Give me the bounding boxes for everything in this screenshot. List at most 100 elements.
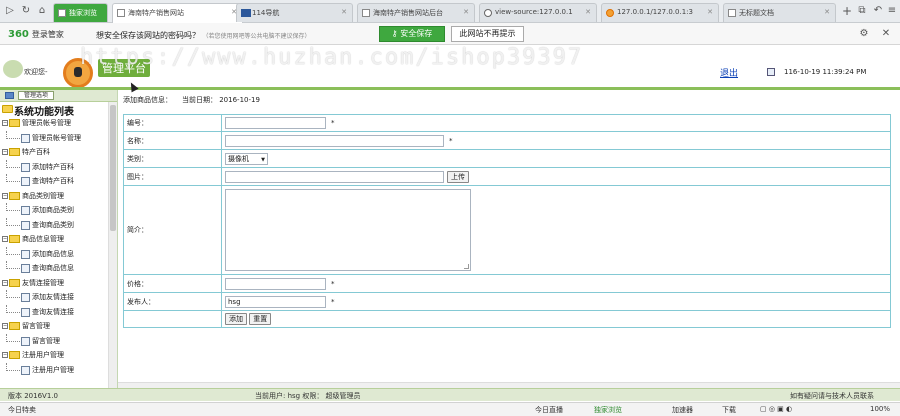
back-icon[interactable]: ▷ (4, 5, 16, 17)
image-path-input[interactable] (225, 170, 444, 183)
folder-icon (9, 235, 20, 243)
datetime: 116-10-19 11:39:24 PM (784, 68, 867, 76)
tab-favicon-icon (728, 9, 736, 17)
intro-textarea[interactable] (225, 189, 471, 271)
close-infobar-icon[interactable]: ✕ (880, 28, 892, 40)
tab-view-source[interactable]: view-source:127.0.0.1 ✕ (479, 3, 597, 22)
page-icon (21, 293, 30, 302)
tree-item-add-link[interactable]: 添加友情连接 (2, 290, 108, 305)
price-input[interactable] (225, 277, 326, 290)
tab-shop-site[interactable]: 海南特产销售网站 ✕ (112, 3, 243, 23)
folder-icon (9, 119, 20, 127)
collapse-icon[interactable]: − (2, 236, 8, 242)
actions-cell: 添加 重置 (221, 310, 891, 328)
required-mark: * (331, 279, 335, 288)
page-icon (21, 365, 30, 375)
folder-icon (9, 351, 20, 359)
tree-item-users[interactable]: 注册用户管理 (2, 362, 108, 378)
tree-line (6, 304, 20, 313)
page-icon (21, 336, 30, 346)
sidebar-scrollbar[interactable] (108, 102, 117, 391)
tree-item-query-product[interactable]: 查询商品信息 (2, 261, 108, 276)
tree-item-add-wiki[interactable]: 添加特产百科 (2, 159, 108, 175)
tab-untitled[interactable]: 无标题文档 ✕ (723, 3, 836, 22)
manage-options-button[interactable]: 管理选项 (18, 91, 54, 100)
status-item-accelerator[interactable]: 加速器 (672, 405, 693, 415)
tree-group-specialty-wiki[interactable]: − 特产百科 (2, 145, 108, 160)
name-input[interactable] (225, 134, 444, 147)
tab-shop-admin[interactable]: 海南特产销售网站后台 ✕ (357, 3, 475, 22)
tab-localhost[interactable]: 127.0.0.1/127.0.0.1:3 ✕ (601, 3, 719, 22)
calendar-icon (767, 68, 775, 76)
tree-group-admin-accounts[interactable]: − 管理员帐号管理 (2, 116, 108, 131)
collapse-icon[interactable]: − (2, 279, 8, 286)
refresh-icon[interactable]: ↻ (20, 5, 32, 17)
publisher-input[interactable]: hsg (225, 295, 326, 308)
price-cell: * (221, 274, 891, 293)
tab-exclusive[interactable]: 独家浏览 (53, 3, 108, 22)
status-item-sale[interactable]: 今日特卖 (8, 405, 36, 415)
admin-app: 欢迎您- 管理平台 退出 116-10-19 11:39:24 PM 管理选项 … (0, 45, 900, 416)
tab-close-icon[interactable]: ✕ (341, 8, 347, 16)
settings-gear-icon[interactable]: ⚙ (858, 28, 870, 40)
collapse-icon[interactable]: − (2, 149, 8, 155)
intro-label: 简介： (123, 185, 222, 275)
intro-cell (221, 185, 891, 275)
form-row-price: 价格： * (123, 274, 891, 293)
collapse-icon[interactable]: − (2, 323, 8, 329)
zoom-level[interactable]: 100% (870, 405, 890, 413)
home-icon[interactable]: ⌂ (36, 5, 48, 17)
collapse-icon[interactable]: − (2, 120, 8, 126)
tab-favicon-icon (606, 9, 614, 17)
actions-spacer (123, 310, 222, 328)
status-item-download[interactable]: 下载 (722, 405, 736, 415)
page-icon (21, 206, 30, 215)
brand-title: 管理平台 (98, 59, 150, 77)
status-icons: ▢ ◎ ▣ ◐ (760, 405, 793, 413)
code-input[interactable] (225, 117, 326, 129)
tree-item-add-product[interactable]: 添加商品信息 (2, 246, 108, 262)
tree-group-links[interactable]: − 友情连接管理 (2, 276, 108, 291)
folder-icon (9, 322, 20, 330)
required-mark: * (449, 136, 453, 145)
tree-group-products[interactable]: − 商品信息管理 (2, 232, 108, 247)
form-row-image: 图片： 上传 (123, 167, 891, 186)
main-content: 添加商品信息： 当前日期： 2016-10-19 编号： * 名称： * 类别： … (117, 90, 900, 391)
tab-close-icon[interactable]: ✕ (585, 8, 591, 16)
tree-item-messages[interactable]: 留言管理 (2, 333, 108, 349)
tree-item-query-wiki[interactable]: 查询特产百科 (2, 174, 108, 189)
tab-114-nav[interactable]: 114导航 ✕ (236, 3, 353, 22)
browser-status-bar: 今日特卖 今日直播 独家浏览 加速器 下载 ▢ ◎ ▣ ◐ 100% (0, 402, 900, 416)
add-button[interactable]: 添加 (225, 313, 247, 325)
scrollbar-thumb[interactable] (110, 105, 116, 231)
menu-icon[interactable]: ≡ (886, 5, 898, 17)
category-select[interactable]: 摄像机 (225, 152, 268, 165)
status-item-exclusive[interactable]: 独家浏览 (594, 405, 622, 415)
tree-item-query-link[interactable]: 查询友情连接 (2, 304, 108, 320)
required-mark: * (331, 119, 335, 127)
tree-item-admin-accounts[interactable]: 管理员帐号管理 (2, 130, 108, 146)
new-tab-button[interactable]: + (841, 5, 853, 17)
folder-icon (9, 148, 20, 156)
tab-close-icon[interactable]: ✕ (707, 8, 713, 16)
tree-item-query-category[interactable]: 查询商品类别 (2, 217, 108, 233)
logout-link[interactable]: 退出 (720, 66, 738, 79)
upload-button[interactable]: 上传 (447, 170, 469, 183)
restore-tabs-icon[interactable]: ⧉ (856, 5, 868, 17)
status-item-live[interactable]: 今日直播 (535, 405, 563, 415)
tab-close-icon[interactable]: ✕ (463, 8, 469, 16)
publisher-cell: hsg * (221, 292, 891, 311)
tree-line (6, 203, 20, 211)
tree-group-messages[interactable]: − 留言管理 (2, 319, 108, 334)
collapse-icon[interactable]: − (2, 192, 8, 199)
never-prompt-button[interactable]: 此网站不再提示 (451, 26, 524, 42)
tree-item-add-category[interactable]: 添加商品类别 (2, 203, 108, 218)
undo-icon[interactable]: ↶ (872, 5, 884, 17)
collapse-icon[interactable]: − (2, 352, 8, 358)
reset-button[interactable]: 重置 (249, 313, 272, 325)
tree-group-categories[interactable]: − 商品类别管理 (2, 189, 108, 204)
tab-close-icon[interactable]: ✕ (824, 8, 830, 16)
browser-tab-bar: ▷ ↻ ⌂ 独家浏览 海南特产销售网站 ✕ 114导航 ✕ 海南特产销售网站后台… (0, 0, 900, 23)
safe-save-button[interactable]: ⚷ 安全保存 (379, 26, 445, 42)
tree-group-users[interactable]: − 注册用户管理 (2, 348, 108, 363)
